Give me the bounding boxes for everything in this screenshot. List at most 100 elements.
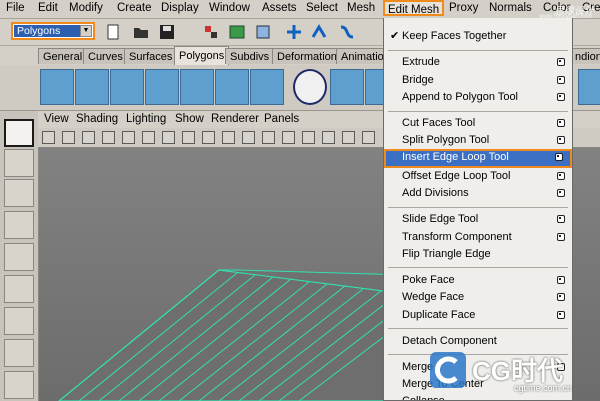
lights-icon[interactable] <box>342 131 355 144</box>
poly-torus-icon[interactable] <box>215 69 249 105</box>
panel-menu-shading[interactable]: Shading <box>76 113 118 125</box>
menu-set-selector[interactable]: Polygons ▼ <box>11 22 95 40</box>
option-box-icon[interactable] <box>557 119 565 127</box>
show-manip-icon[interactable] <box>4 371 34 399</box>
safe-title-icon[interactable] <box>242 131 255 144</box>
panel-menu-lighting[interactable]: Lighting <box>126 113 166 125</box>
menu-item-duplicate-face[interactable]: Duplicate Face <box>384 307 572 324</box>
poly-prism-icon[interactable] <box>250 69 284 105</box>
bookmark-icon[interactable] <box>62 131 75 144</box>
tab-general[interactable]: General <box>38 48 88 64</box>
poly-plane-icon[interactable] <box>180 69 214 105</box>
menu-item-bridge[interactable]: Bridge <box>384 72 572 89</box>
poly-cylinder-icon[interactable] <box>110 69 144 105</box>
wireframe-icon[interactable] <box>262 131 275 144</box>
resolution-gate-icon[interactable] <box>162 131 175 144</box>
image-plane-icon[interactable] <box>82 131 95 144</box>
menu-item-extrude[interactable]: Extrude <box>384 54 572 71</box>
menu-item-poke-face[interactable]: Poke Face <box>384 272 572 289</box>
move-tool-icon[interactable] <box>4 211 34 239</box>
option-box-icon[interactable] <box>557 189 565 197</box>
tab-surfaces[interactable]: Surfaces <box>124 48 178 64</box>
save-scene-icon[interactable] <box>158 23 176 41</box>
snap-surface-icon[interactable] <box>338 23 356 41</box>
snap-icon[interactable] <box>285 23 303 41</box>
two-d-pan-icon[interactable] <box>102 131 115 144</box>
combine-icon[interactable] <box>293 69 327 105</box>
tab-subdivs[interactable]: Subdivs <box>225 48 275 64</box>
gate-mask-icon[interactable] <box>182 131 195 144</box>
field-chart-icon[interactable] <box>202 131 215 144</box>
option-box-icon[interactable] <box>557 276 565 284</box>
option-box-icon[interactable] <box>557 172 565 180</box>
tab-polygons[interactable]: Polygons <box>174 46 230 65</box>
menu-item-transform-component[interactable]: Transform Component <box>384 229 572 246</box>
menu-file[interactable]: File <box>6 2 25 14</box>
menu-display[interactable]: Display <box>161 2 199 14</box>
new-scene-icon[interactable] <box>104 23 122 41</box>
chevron-down-icon[interactable]: ▼ <box>80 25 92 37</box>
panel-menu-view[interactable]: View <box>44 113 69 125</box>
menu-item-offset-edge-loop[interactable]: Offset Edge Loop Tool <box>384 168 572 185</box>
option-box-icon[interactable] <box>557 136 565 144</box>
grid-icon[interactable] <box>122 131 135 144</box>
select-object-icon[interactable] <box>228 23 246 41</box>
tab-dynamics-cut[interactable]: ndion <box>570 48 600 64</box>
textured-icon[interactable] <box>322 131 335 144</box>
menu-proxy[interactable]: Proxy <box>449 2 478 14</box>
lasso-tool-icon[interactable] <box>4 149 34 177</box>
menu-edit-mesh[interactable]: Edit Mesh <box>383 0 445 16</box>
menu-create[interactable]: Create <box>117 2 152 14</box>
menu-modify[interactable]: Modify <box>69 2 103 14</box>
select-hierarchy-icon[interactable] <box>202 23 220 41</box>
scale-tool-icon[interactable] <box>4 275 34 303</box>
separate-icon[interactable] <box>330 69 364 105</box>
menu-select[interactable]: Select <box>306 2 338 14</box>
menu-normals[interactable]: Normals <box>489 2 532 14</box>
menu-item-insert-edge-loop[interactable]: Insert Edge Loop Tool <box>384 149 572 168</box>
menu-item-keep-faces-together[interactable]: ✔ Keep Faces Together <box>384 28 572 45</box>
snap-curve-icon[interactable] <box>310 23 328 41</box>
menu-window[interactable]: Window <box>209 2 250 14</box>
select-tool-icon[interactable] <box>4 119 34 147</box>
option-box-icon[interactable] <box>557 311 565 319</box>
menu-item-flip-triangle-edge[interactable]: Flip Triangle Edge <box>384 246 572 263</box>
smooth-shade-icon[interactable] <box>282 131 295 144</box>
option-box-icon[interactable] <box>557 293 565 301</box>
menu-item-cut-faces[interactable]: Cut Faces Tool <box>384 115 572 132</box>
tab-curves[interactable]: Curves <box>83 48 128 64</box>
film-gate-icon[interactable] <box>142 131 155 144</box>
option-box-icon[interactable] <box>557 93 565 101</box>
menu-item-append-to-polygon[interactable]: Append to Polygon Tool <box>384 89 572 106</box>
panel-menu-renderer[interactable]: Renderer <box>211 113 259 125</box>
poly-sphere-icon[interactable] <box>40 69 74 105</box>
wireframe-on-shaded-icon[interactable] <box>302 131 315 144</box>
select-component-icon[interactable] <box>254 23 272 41</box>
option-box-icon[interactable] <box>555 153 563 161</box>
menu-item-slide-edge[interactable]: Slide Edge Tool <box>384 211 572 228</box>
paint-select-icon[interactable] <box>4 179 34 207</box>
menu-item-split-polygon[interactable]: Split Polygon Tool <box>384 132 572 149</box>
option-box-icon[interactable] <box>557 76 565 84</box>
panel-menu-panels[interactable]: Panels <box>264 113 299 125</box>
poly-cube-icon[interactable] <box>75 69 109 105</box>
option-box-icon[interactable] <box>557 233 565 241</box>
rotate-tool-icon[interactable] <box>4 243 34 271</box>
menu-edit[interactable]: Edit <box>38 2 58 14</box>
shadows-icon[interactable] <box>362 131 375 144</box>
panel-menu-show[interactable]: Show <box>175 113 204 125</box>
tab-deformation[interactable]: Deformation <box>272 48 342 64</box>
soft-mod-icon[interactable] <box>4 339 34 367</box>
menu-mesh[interactable]: Mesh <box>347 2 375 14</box>
menu-item-wedge-face[interactable]: Wedge Face <box>384 289 572 306</box>
safe-action-icon[interactable] <box>222 131 235 144</box>
option-box-icon[interactable] <box>557 215 565 223</box>
camera-attr-icon[interactable] <box>42 131 55 144</box>
universal-manip-icon[interactable] <box>4 307 34 335</box>
menu-item-add-divisions[interactable]: Add Divisions <box>384 185 572 202</box>
menu-assets[interactable]: Assets <box>262 2 297 14</box>
open-scene-icon[interactable] <box>132 23 150 41</box>
option-box-icon[interactable] <box>557 58 565 66</box>
shelf-overflow-icon[interactable] <box>578 69 600 105</box>
poly-cone-icon[interactable] <box>145 69 179 105</box>
